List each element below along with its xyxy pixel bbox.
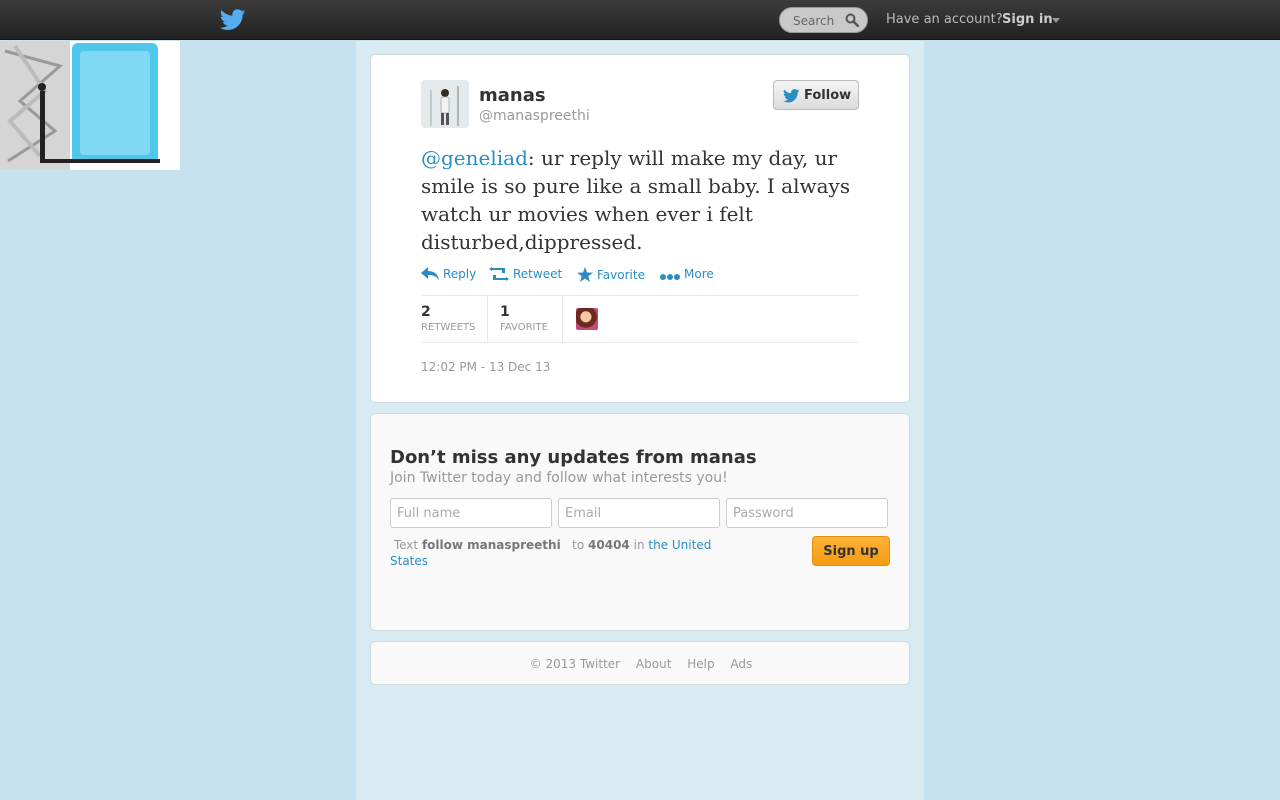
sms-number: 40404 (588, 538, 630, 552)
stats-divider (562, 296, 563, 342)
retweet-label: Retweet (513, 267, 563, 281)
profile-background-image (0, 41, 180, 170)
search-input[interactable]: Search (779, 7, 868, 33)
tweet-stats: 2 RETWEETS 1 FAVORITE (421, 295, 859, 343)
top-bar: Search Have an account? Sign in (0, 0, 1280, 40)
email-input[interactable]: Email (558, 498, 720, 528)
reply-button[interactable]: Reply (421, 267, 476, 281)
sms-in: in (633, 538, 645, 552)
retweet-icon (489, 267, 509, 281)
footer-ads-link[interactable]: Ads (730, 657, 752, 671)
full-name-input[interactable]: Full name (390, 498, 552, 528)
stats-divider (487, 296, 488, 342)
avatar[interactable] (421, 80, 469, 128)
mention-link[interactable]: @geneliad (421, 146, 528, 170)
tweet-author-handle[interactable]: @manaspreethi (479, 108, 590, 124)
sms-text-prefix: Text (393, 538, 419, 552)
tweet-author-name[interactable]: manas (479, 85, 546, 106)
star-icon (577, 267, 593, 282)
favorite-label: Favorite (597, 268, 645, 282)
favorites-stat[interactable]: 1 FAVORITE (500, 296, 562, 342)
follow-button-label: Follow (804, 88, 852, 103)
sms-follow-text: Text follow manaspreethi to 40404 in the… (390, 537, 720, 569)
favorites-label: FAVORITE (500, 322, 548, 333)
retweets-label: RETWEETS (421, 322, 476, 333)
sms-to: to (572, 538, 585, 552)
background-art-graphic (0, 41, 180, 170)
footer-help-link[interactable]: Help (687, 657, 714, 671)
favoriter-avatar[interactable] (576, 308, 598, 330)
tweet-card: manas @manaspreethi Follow @geneliad: ur… (370, 54, 910, 403)
more-button[interactable]: More (660, 267, 714, 281)
more-dots-icon (660, 274, 680, 280)
user-avatar-graphic (421, 80, 469, 128)
search-icon[interactable] (845, 13, 859, 27)
chevron-down-icon[interactable] (1052, 18, 1060, 23)
signup-subtitle: Join Twitter today and follow what inter… (390, 470, 728, 486)
tweet-text: @geneliad: ur reply will make my day, ur… (421, 144, 851, 256)
sms-command: follow manaspreethi (421, 538, 561, 552)
follow-button[interactable]: Follow (773, 80, 859, 110)
sign-up-button[interactable]: Sign up (812, 536, 890, 566)
favorite-button[interactable]: Favorite (577, 267, 645, 282)
signup-card: Don’t miss any updates from manas Join T… (370, 413, 910, 631)
footer-about-link[interactable]: About (636, 657, 671, 671)
sign-in-link[interactable]: Sign in (1002, 12, 1053, 27)
footer-copyright: © 2013 Twitter (529, 657, 621, 671)
have-account-text: Have an account? (886, 12, 1003, 27)
search-placeholder: Search (793, 14, 835, 28)
retweet-button[interactable]: Retweet (489, 267, 562, 281)
footer: © 2013 Twitter About Help Ads (370, 641, 910, 685)
tweet-timestamp[interactable]: 12:02 PM - 13 Dec 13 (421, 360, 550, 374)
reply-icon (421, 267, 439, 280)
password-input[interactable]: Password (726, 498, 888, 528)
more-label: More (684, 267, 714, 281)
twitter-bird-icon[interactable] (220, 8, 246, 32)
footer-links: © 2013 Twitter About Help Ads (371, 657, 911, 671)
twitter-bird-icon (783, 89, 800, 103)
signup-title: Don’t miss any updates from manas (390, 447, 757, 468)
retweets-count: 2 (421, 304, 431, 320)
favorites-count: 1 (500, 304, 510, 320)
reply-label: Reply (443, 267, 477, 281)
retweets-stat[interactable]: 2 RETWEETS (421, 296, 487, 342)
